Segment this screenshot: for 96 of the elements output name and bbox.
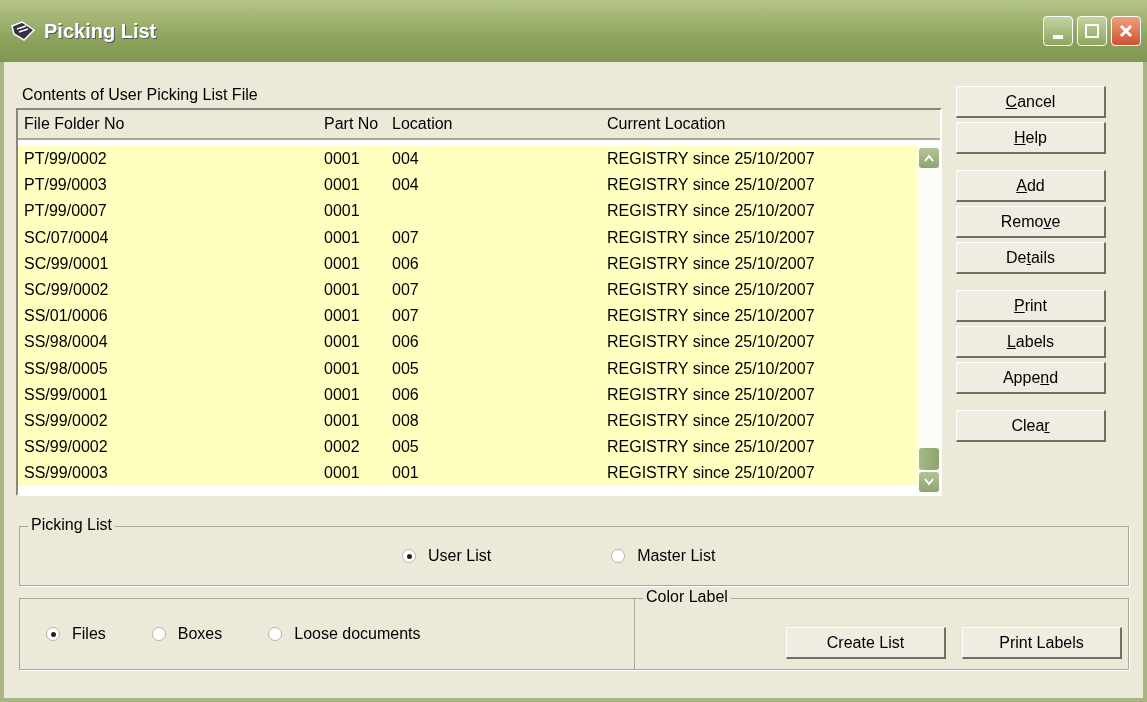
- table-cell-text: 008: [392, 411, 420, 430]
- table-cell-text: 0001: [324, 385, 361, 404]
- table-cell-text: REGISTRY since 25/10/2007: [607, 281, 816, 300]
- minimize-button[interactable]: [1043, 16, 1073, 46]
- dialog-button[interactable]: Remove: [956, 206, 1106, 238]
- dialog-button[interactable]: Help: [956, 122, 1106, 154]
- column-header[interactable]: File Folder No: [18, 115, 324, 133]
- table-cell-text: 0001: [324, 359, 361, 378]
- table-cell-text: REGISTRY since 25/10/2007: [607, 307, 816, 326]
- dialog-button[interactable]: Cancel: [956, 86, 1106, 118]
- radio-label[interactable]: Boxes: [177, 625, 223, 643]
- table-cell-text: REGISTRY since 25/10/2007: [607, 176, 816, 195]
- table-cell-text: 0001: [324, 202, 361, 221]
- list-label: Contents of User Picking List File: [22, 86, 258, 104]
- dialog-button[interactable]: Details: [956, 242, 1106, 274]
- dialog-button[interactable]: Print: [956, 290, 1106, 322]
- radio-circle[interactable]: [46, 627, 60, 641]
- radio-circle[interactable]: [402, 549, 416, 563]
- table-cell-text: 0001: [324, 307, 361, 326]
- scroll-down-button[interactable]: [919, 472, 939, 492]
- radio-circle[interactable]: [151, 627, 166, 641]
- table-cell-text: 004: [392, 150, 420, 169]
- table-cell-text: 005: [392, 359, 420, 378]
- table-cell-text: REGISTRY since 25/10/2007: [607, 254, 816, 273]
- scrollbar[interactable]: [917, 146, 941, 494]
- table-cell-text: 006: [392, 254, 420, 273]
- table-cell-text: SC/99/0002: [23, 281, 110, 300]
- table-cell-text: 007: [392, 228, 420, 247]
- table-cell-text: REGISTRY since 25/10/2007: [607, 202, 816, 221]
- table-cell-text: 0001: [324, 333, 361, 352]
- close-button[interactable]: [1111, 16, 1141, 46]
- table-cell-text: SC/07/0004: [23, 228, 110, 247]
- table-cell-text: SS/98/0004: [23, 333, 109, 352]
- radio-button[interactable]: Files: [46, 625, 106, 643]
- window-title: Picking List: [44, 19, 157, 43]
- table-cell-text: 001: [392, 464, 420, 483]
- table-cell-text: REGISTRY since 25/10/2007: [607, 228, 816, 247]
- close-icon: [1118, 23, 1134, 39]
- table-cell-text: PT/99/0007: [23, 202, 108, 221]
- table-cell-text: 0001: [324, 254, 361, 273]
- scrollbar-thumb[interactable]: [919, 448, 939, 470]
- table-cell-text: SS/99/0001: [23, 385, 109, 404]
- table-cell-text: REGISTRY since 25/10/2007: [607, 464, 816, 483]
- table-cell-text: 0001: [324, 150, 361, 169]
- minimize-icon: [1053, 35, 1063, 39]
- radio-label[interactable]: User List: [428, 547, 492, 565]
- table-cell-text: REGISTRY since 25/10/2007: [607, 411, 816, 430]
- table-cell-text: 007: [392, 307, 420, 326]
- maximize-button[interactable]: [1077, 16, 1107, 46]
- scroll-up-button[interactable]: [919, 148, 939, 168]
- table-cell-text: 006: [392, 333, 420, 352]
- table-cell-text: 0002: [324, 438, 361, 457]
- radio-label[interactable]: Files: [72, 625, 106, 643]
- dialog-button[interactable]: Create List: [786, 627, 946, 659]
- table-cell-text: SS/99/0002: [23, 438, 109, 457]
- table-cell-text: SS/99/0003: [23, 464, 109, 483]
- dialog-button[interactable]: Add: [956, 170, 1106, 202]
- table-cell-text: PT/99/0002: [23, 150, 108, 169]
- radio-circle[interactable]: [268, 627, 283, 641]
- dialog-button[interactable]: Clear: [956, 410, 1106, 442]
- dialog-button[interactable]: Print Labels: [962, 627, 1122, 659]
- table-cell-text: SS/99/0002: [23, 411, 109, 430]
- table-cell-text: SS/98/0005: [23, 359, 109, 378]
- radio-label[interactable]: Master List: [637, 547, 716, 565]
- table-cell-text: 006: [392, 385, 420, 404]
- radio-button[interactable]: Loose documents: [268, 625, 421, 643]
- table-cell-text: REGISTRY since 25/10/2007: [607, 385, 816, 404]
- table-cell-text: 004: [392, 176, 420, 195]
- radio-button[interactable]: User List: [402, 547, 492, 565]
- table-cell-text: 007: [392, 281, 420, 300]
- radio-label[interactable]: Loose documents: [294, 625, 421, 643]
- table-cell-text: 005: [392, 438, 420, 457]
- column-header[interactable]: Part No: [324, 115, 392, 133]
- dialog-button[interactable]: Labels: [956, 326, 1106, 358]
- group-title: Picking List: [28, 516, 115, 534]
- table-cell-text: REGISTRY since 25/10/2007: [607, 333, 816, 352]
- dialog-button[interactable]: Append: [956, 362, 1106, 394]
- list-view[interactable]: [16, 108, 942, 496]
- table-cell-text: 0001: [324, 464, 361, 483]
- table-cell-text: 0001: [324, 176, 361, 195]
- column-header[interactable]: Current Location: [607, 115, 917, 133]
- table-cell-text: REGISTRY since 25/10/2007: [607, 438, 816, 457]
- radio-button[interactable]: Master List: [611, 547, 716, 565]
- maximize-icon: [1085, 24, 1099, 38]
- table-cell-text: 0001: [324, 411, 361, 430]
- table-cell-text: PT/99/0003: [23, 176, 108, 195]
- table-cell-text: SS/01/0006: [23, 307, 109, 326]
- app-icon: [10, 20, 36, 42]
- table-cell-text: REGISTRY since 25/10/2007: [607, 150, 816, 169]
- column-header[interactable]: Location: [392, 115, 607, 133]
- table-cell-text: SC/99/0001: [23, 254, 110, 273]
- table-cell-text: 0001: [324, 228, 361, 247]
- radio-circle[interactable]: [611, 549, 626, 563]
- radio-button[interactable]: Boxes: [151, 625, 223, 643]
- table-cell-text: 0001: [324, 281, 361, 300]
- table-cell-text: REGISTRY since 25/10/2007: [607, 359, 816, 378]
